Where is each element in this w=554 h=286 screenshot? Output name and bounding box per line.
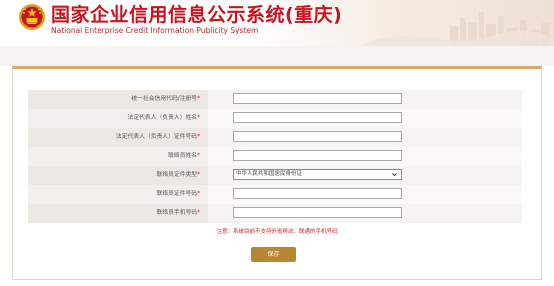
contact-name-input[interactable]	[233, 150, 402, 161]
label-contact-id-type: 联络员证件类型*	[28, 166, 208, 185]
legal-rep-name-input[interactable]	[233, 112, 402, 123]
contact-id-type-select[interactable]: 中华人民共和国居民身份证	[233, 169, 402, 180]
form-row-legal-rep-id: 法定代表人（负责人）证件号码*	[28, 128, 522, 147]
label-legal-rep-id: 法定代表人（负责人）证件号码*	[28, 128, 208, 147]
label-contact-phone: 联络员手机号码*	[28, 204, 208, 223]
form-row-credit-code: 统一社会信用代码/注册号*	[28, 90, 522, 109]
site-title: 国家企业信用信息公示系统(重庆)	[51, 4, 343, 26]
form-row-legal-rep-name: 法定代表人（负责人）姓名*	[28, 109, 522, 128]
contact-phone-input[interactable]	[233, 207, 402, 218]
contact-id-type-selected: 中华人民共和国居民身份证	[236, 171, 303, 177]
label-contact-name: 联络员姓名*	[28, 147, 208, 166]
form-row-contact-phone: 联络员手机号码*	[28, 204, 522, 223]
form-row-contact-id-type: 联络员证件类型* 中华人民共和国居民身份证	[28, 166, 522, 185]
form-row-contact-name: 联络员姓名*	[28, 147, 522, 166]
site-subtitle: National Enterprise Credit Information P…	[51, 26, 259, 35]
page: 国家企业信用信息公示系统(重庆) National Enterprise Cre…	[0, 0, 554, 286]
contact-info-form: 统一社会信用代码/注册号* 法定代表人（负责人）姓名* 法定代表人（负责人）证件…	[28, 90, 522, 223]
header-gap	[0, 46, 554, 66]
form-row-contact-id-number: 联络员证件号码*	[28, 185, 522, 204]
legal-rep-id-input[interactable]	[233, 131, 402, 142]
contact-id-number-input[interactable]	[233, 188, 402, 199]
save-button[interactable]: 保存	[251, 247, 296, 262]
site-header: 国家企业信用信息公示系统(重庆) National Enterprise Cre…	[0, 0, 554, 46]
phone-notice: 注意：系统目前不支持外省移动、联通的手机号码	[216, 229, 338, 235]
label-contact-id-number: 联络员证件号码*	[28, 185, 208, 204]
city-skyline-decoration	[360, 12, 554, 46]
label-legal-rep-name: 法定代表人（负责人）姓名*	[28, 109, 208, 128]
credit-code-input[interactable]	[233, 93, 402, 104]
chevron-down-icon	[392, 173, 397, 177]
label-credit-code: 统一社会信用代码/注册号*	[28, 90, 208, 109]
national-emblem-icon	[19, 4, 45, 30]
